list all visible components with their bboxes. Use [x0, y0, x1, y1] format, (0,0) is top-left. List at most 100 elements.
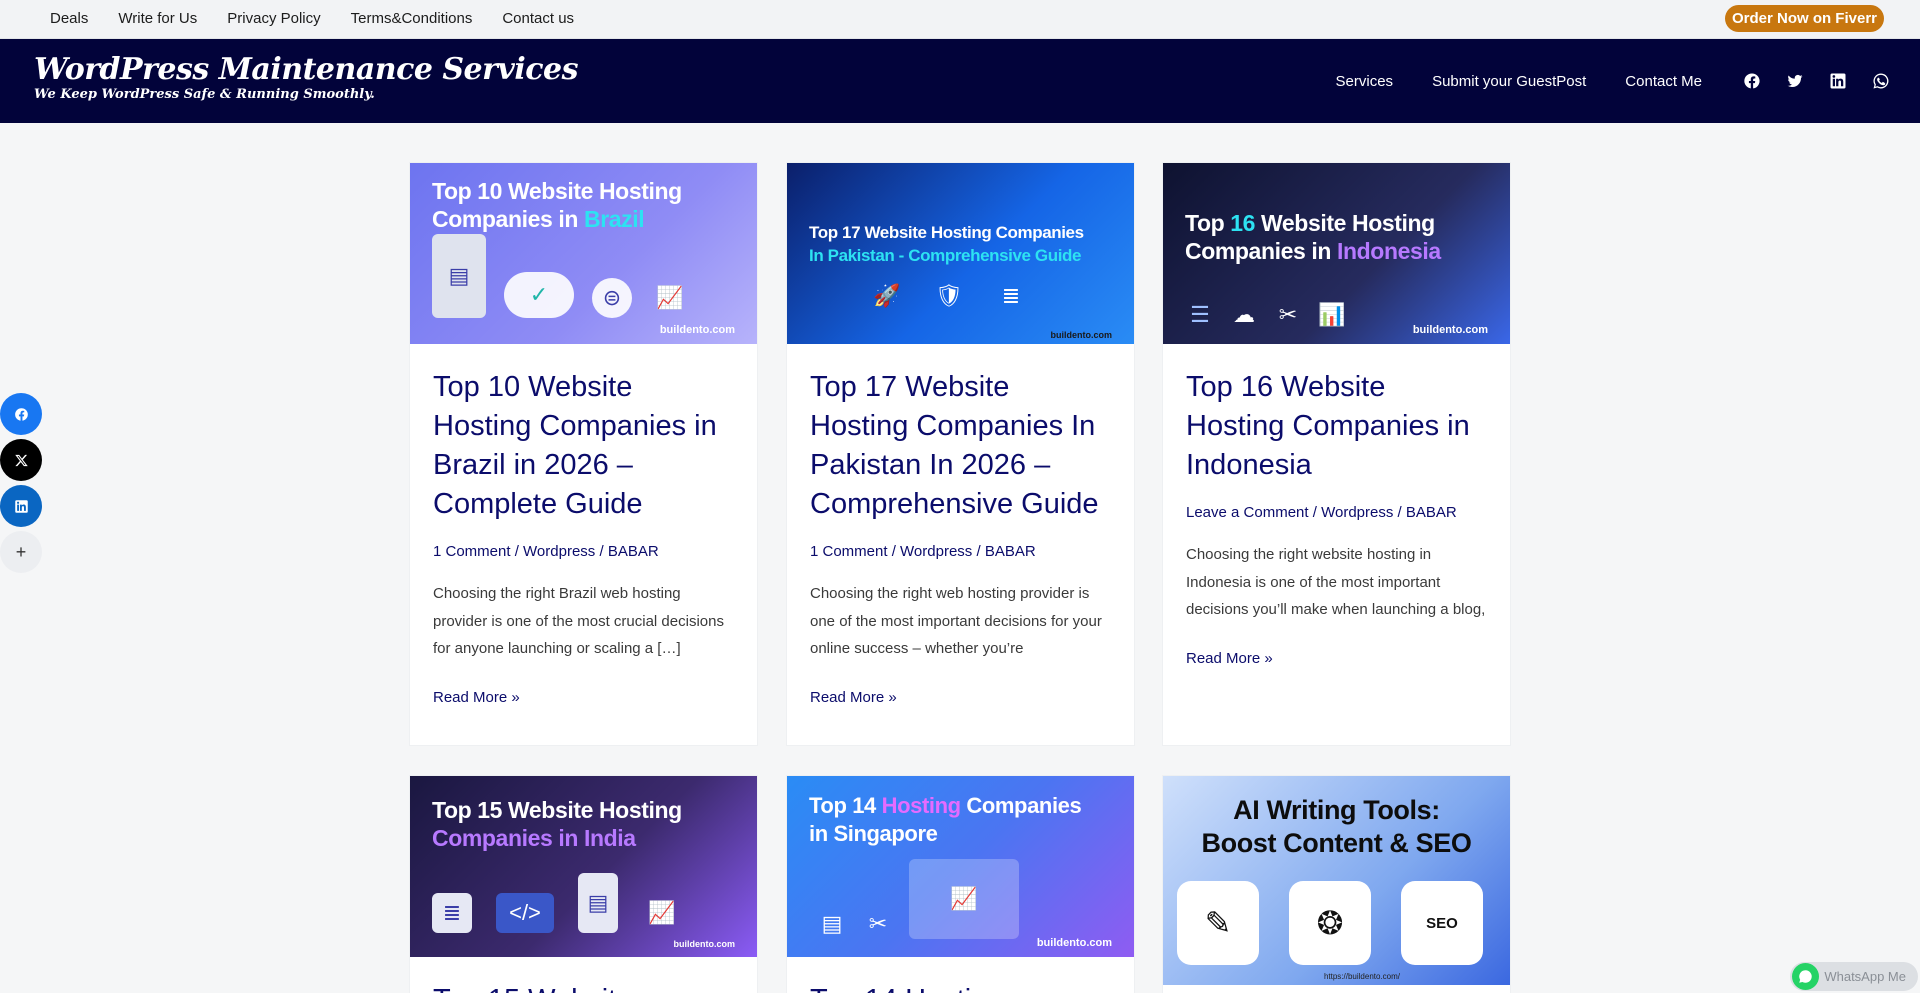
- post-body: Top 16 Website Hosting Companies in Indo…: [1163, 344, 1510, 667]
- category-link[interactable]: Wordpress: [900, 543, 972, 560]
- post-thumbnail[interactable]: Top 16 Website Hosting Companies in Indo…: [1163, 163, 1510, 344]
- top-nav-terms[interactable]: Terms&Conditions: [351, 10, 473, 27]
- thumbnail-title: Top 14 Hosting Companies in Singapore: [809, 793, 1082, 846]
- post-card: Top 16 Website Hosting Companies in Indo…: [1163, 163, 1510, 745]
- read-more-link[interactable]: Read More »: [1186, 650, 1487, 667]
- tools-icon: ✂: [1278, 302, 1298, 327]
- cloud-check-icon: ✓: [504, 272, 574, 318]
- thumbnail-url: buildento.com: [673, 939, 736, 949]
- thumbnail-url: buildento.com: [1050, 330, 1113, 340]
- post-card: Top 10 Website Hosting Companies in Braz…: [410, 163, 757, 745]
- database-icon: ≣: [1001, 283, 1021, 308]
- facebook-icon[interactable]: [1743, 72, 1761, 90]
- thumbnail-url: buildento.com: [659, 324, 735, 336]
- post-thumbnail[interactable]: Top 14 Hosting Companies in Singapore ▤ …: [787, 776, 1134, 957]
- site-header: WordPress Maintenance Services We Keep W…: [0, 39, 1920, 123]
- chart-growth-icon: 📈: [909, 859, 1019, 939]
- main-nav: Services Submit your GuestPost Contact M…: [1336, 39, 1920, 123]
- whatsapp-icon[interactable]: [1872, 72, 1890, 90]
- seo-chart-icon: SEO: [1401, 881, 1483, 965]
- top-nav-deals[interactable]: Deals: [50, 10, 88, 27]
- thumbnail-icons: ≣ </> ▤ 📈: [432, 873, 682, 933]
- linkedin-icon[interactable]: [1829, 72, 1847, 90]
- x-icon: [14, 454, 28, 466]
- category-link[interactable]: Wordpress: [1321, 504, 1393, 521]
- post-body: Top 14 Hosti: [787, 957, 1134, 993]
- nav-submit-guestpost[interactable]: Submit your GuestPost: [1432, 73, 1586, 90]
- share-more-button[interactable]: +: [0, 531, 42, 573]
- thumbnail-title: Top 10 Website Hosting Companies in Braz…: [432, 178, 682, 232]
- share-linkedin-button[interactable]: [0, 485, 42, 527]
- author-link[interactable]: BABAR: [608, 543, 659, 560]
- tools-icon: ✂: [868, 911, 888, 936]
- plugin-icon: ⊜: [592, 278, 632, 318]
- order-fiverr-button[interactable]: Order Now on Fiverr: [1724, 5, 1884, 32]
- post-title[interactable]: Top 17 Website Hosting Companies In Paki…: [810, 368, 1111, 524]
- post-thumbnail[interactable]: Top 15 Website Hosting Companies in Indi…: [410, 776, 757, 957]
- post-meta: 1 Comment / Wordpress / BABAR: [810, 543, 1036, 560]
- twitter-icon[interactable]: [1786, 72, 1804, 90]
- post-title[interactable]: Top 16 Website Hosting Companies in Indo…: [1186, 368, 1487, 485]
- thumbnail-title: Top 15 Website Hosting Companies in Indi…: [432, 797, 682, 851]
- thumbnail-icons: 🚀 🛡 ≣: [873, 282, 1025, 310]
- post-card: Top 15 Website Hosting Companies in Indi…: [410, 776, 757, 993]
- author-link[interactable]: BABAR: [1406, 504, 1457, 521]
- header-social-links: [1718, 72, 1890, 90]
- code-icon: </>: [496, 893, 554, 933]
- logo-tagline: We Keep WordPress Safe & Running Smoothl…: [34, 87, 375, 102]
- linkedin-icon: [14, 499, 28, 513]
- author-link[interactable]: BABAR: [985, 543, 1036, 560]
- post-title[interactable]: Top 14 Hosti: [810, 981, 1111, 993]
- top-nav-privacy-policy[interactable]: Privacy Policy: [227, 10, 320, 27]
- post-body: Top 15 Websit: [410, 957, 757, 993]
- nav-services[interactable]: Services: [1336, 73, 1394, 90]
- server-icon: ▤: [821, 911, 843, 936]
- top-nav-contact-us[interactable]: Contact us: [502, 10, 574, 27]
- post-body: Top 17 Website Hosting Companies In Paki…: [787, 344, 1134, 706]
- post-excerpt: Choosing the right Brazil web hosting pr…: [433, 585, 724, 657]
- facebook-icon: [14, 407, 28, 421]
- thumbnail-url: https://buildento.com/: [1323, 972, 1400, 981]
- read-more-link[interactable]: Read More »: [433, 689, 734, 706]
- post-card: Top 17 Website Hosting Companies In Paki…: [787, 163, 1134, 745]
- chart-icon: 📊: [1318, 302, 1346, 327]
- whatsapp-chat-button[interactable]: WhatsApp Me: [1790, 962, 1918, 991]
- share-facebook-button[interactable]: [0, 393, 42, 435]
- thumbnail-title: Top 16 Website Hosting Companies in Indo…: [1185, 210, 1441, 264]
- top-nav: Deals Write for Us Privacy Policy Terms&…: [50, 0, 604, 36]
- brain-icon: ❂: [1289, 881, 1371, 965]
- logo-title: WordPress Maintenance Services: [34, 52, 579, 87]
- post-meta: Leave a Comment / Wordpress / BABAR: [1186, 504, 1457, 521]
- post-body: Top 10 Website Hosting Companies in Braz…: [410, 344, 757, 706]
- post-thumbnail[interactable]: Top 17 Website Hosting Companies In Paki…: [787, 163, 1134, 344]
- category-link[interactable]: Wordpress: [523, 543, 595, 560]
- post-excerpt: Choosing the right web hosting provider …: [810, 585, 1102, 657]
- thumbnail-url: buildento.com: [1036, 937, 1112, 949]
- post-card: Top 14 Hosting Companies in Singapore ▤ …: [787, 776, 1134, 993]
- thumbnail-title: Top 17 Website Hosting Companies In Paki…: [809, 223, 1084, 265]
- post-meta: 1 Comment / Wordpress / BABAR: [433, 543, 659, 560]
- read-more-link[interactable]: Read More »: [810, 689, 1111, 706]
- thumbnail-url: buildento.com: [1412, 324, 1488, 336]
- top-bar: Deals Write for Us Privacy Policy Terms&…: [0, 0, 1920, 39]
- database-icon: ≣: [432, 893, 472, 933]
- site-logo[interactable]: WordPress Maintenance Services We Keep W…: [34, 52, 579, 103]
- server-icon: ▤: [432, 234, 486, 318]
- post-title[interactable]: Top 10 Website Hosting Companies in Braz…: [433, 368, 734, 524]
- comments-link[interactable]: Leave a Comment: [1186, 504, 1309, 521]
- server-icon: ▤: [578, 873, 618, 933]
- cloud-icon: ☁: [1233, 302, 1255, 327]
- share-sidebar: +: [0, 393, 42, 577]
- thumbnail-icons: ▤ ✓ ⊜ 📈: [432, 234, 690, 318]
- nav-contact-me[interactable]: Contact Me: [1625, 73, 1702, 90]
- top-nav-write-for-us[interactable]: Write for Us: [118, 10, 197, 27]
- post-thumbnail[interactable]: Top 10 Website Hosting Companies in Braz…: [410, 163, 757, 344]
- post-thumbnail[interactable]: AI Writing Tools: Boost Content & SEO ✎ …: [1163, 776, 1510, 985]
- post-title[interactable]: Top 15 Websit: [433, 981, 734, 993]
- share-x-button[interactable]: [0, 439, 42, 481]
- chart-growth-icon: 📈: [656, 285, 684, 310]
- comments-link[interactable]: 1 Comment: [433, 543, 511, 560]
- chart-growth-icon: 📈: [648, 900, 676, 925]
- comments-link[interactable]: 1 Comment: [810, 543, 888, 560]
- server-icon: ☰: [1190, 302, 1210, 327]
